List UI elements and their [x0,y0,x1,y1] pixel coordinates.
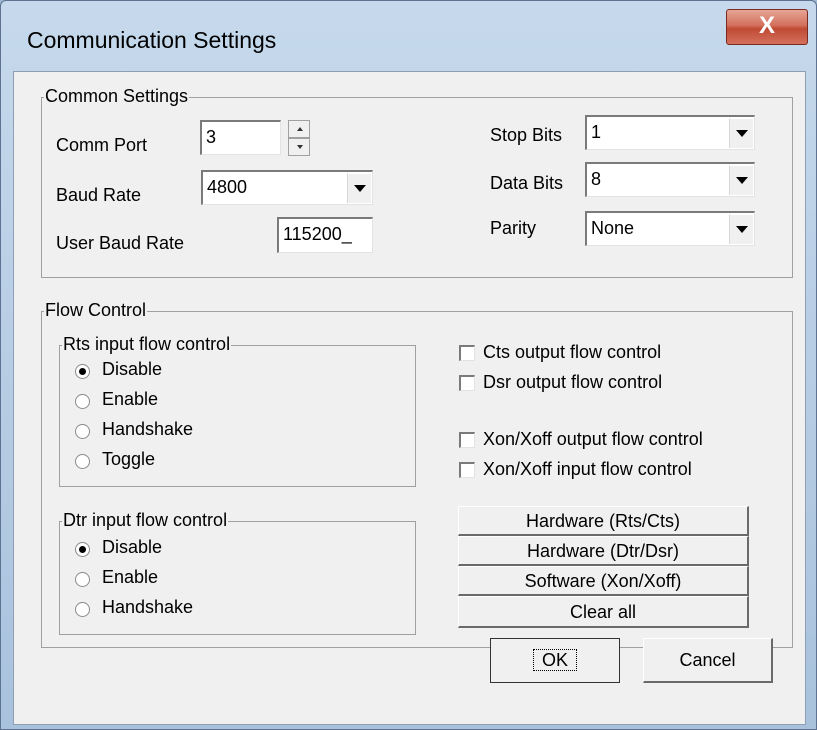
ok-button[interactable]: OK [490,638,620,683]
stop-bits-select[interactable]: 1 [585,115,755,150]
rts-toggle-radio[interactable] [75,454,90,469]
dtr-disable-label[interactable]: Disable [102,537,162,558]
clear-all-button[interactable]: Clear all [458,596,749,628]
close-icon: X [758,12,775,39]
rts-disable-radio[interactable] [75,364,90,379]
cancel-button[interactable]: Cancel [643,638,773,683]
chevron-down-icon[interactable] [729,118,753,148]
user-baud-rate-input[interactable]: 115200_ [277,217,373,253]
comm-port-spin-up[interactable] [288,120,310,138]
dtr-handshake-radio[interactable] [75,602,90,617]
ok-label: OK [532,649,577,671]
chevron-down-icon[interactable] [729,165,753,195]
rts-enable-label[interactable]: Enable [102,389,158,410]
parity-value: None [591,218,635,238]
close-button[interactable]: X [726,9,808,45]
flow-control-label: Flow Control [44,300,148,321]
chevron-down-icon[interactable] [729,214,753,244]
dtr-disable-radio[interactable] [75,542,90,557]
data-bits-value: 8 [591,169,602,189]
parity-label: Parity [490,218,537,238]
rts-flow-label: Rts input flow control [62,334,232,355]
hardware-rts-cts-button[interactable]: Hardware (Rts/Cts) [458,506,749,536]
window-title: Communication Settings [27,27,277,53]
dtr-flow-label: Dtr input flow control [62,510,229,531]
parity-select[interactable]: None [585,211,755,246]
common-settings-label: Common Settings [44,86,190,107]
rts-handshake-radio[interactable] [75,424,90,439]
baud-rate-label: Baud Rate [56,185,142,205]
chevron-down-icon[interactable] [347,173,371,203]
dtr-enable-radio[interactable] [75,572,90,587]
xon-input-label[interactable]: Xon/Xoff input flow control [483,459,692,480]
title-bar[interactable]: Communication Settings X [1,1,816,71]
comm-port-spin-down[interactable] [288,138,310,156]
data-bits-select[interactable]: 8 [585,162,755,197]
dtr-handshake-label[interactable]: Handshake [102,597,193,618]
baud-rate-value: 4800 [207,177,248,197]
software-xon-xoff-button[interactable]: Software (Xon/Xoff) [458,566,749,596]
dialog-client-area: Common Settings Comm Port 3 Baud Rate 48… [13,71,806,725]
hardware-dtr-dsr-button[interactable]: Hardware (Dtr/Dsr) [458,536,749,566]
rts-enable-radio[interactable] [75,394,90,409]
cts-output-checkbox[interactable] [459,345,475,361]
rts-handshake-label[interactable]: Handshake [102,419,193,440]
dsr-output-label[interactable]: Dsr output flow control [483,372,662,393]
comm-port-label: Comm Port [56,135,148,155]
comm-port-input[interactable]: 3 [200,120,281,155]
user-baud-rate-label: User Baud Rate [56,233,185,253]
stop-bits-value: 1 [591,122,602,142]
rts-toggle-label[interactable]: Toggle [102,449,155,470]
xon-output-label[interactable]: Xon/Xoff output flow control [483,429,703,450]
xon-output-checkbox[interactable] [459,432,475,448]
rts-disable-label[interactable]: Disable [102,359,162,380]
dsr-output-checkbox[interactable] [459,375,475,391]
dtr-enable-label[interactable]: Enable [102,567,158,588]
data-bits-label: Data Bits [490,173,564,193]
stop-bits-label: Stop Bits [490,125,563,145]
dialog-window: Communication Settings X Common Settings… [0,0,817,730]
cts-output-label[interactable]: Cts output flow control [483,342,661,363]
xon-input-checkbox[interactable] [459,462,475,478]
baud-rate-select[interactable]: 4800 [201,170,373,205]
